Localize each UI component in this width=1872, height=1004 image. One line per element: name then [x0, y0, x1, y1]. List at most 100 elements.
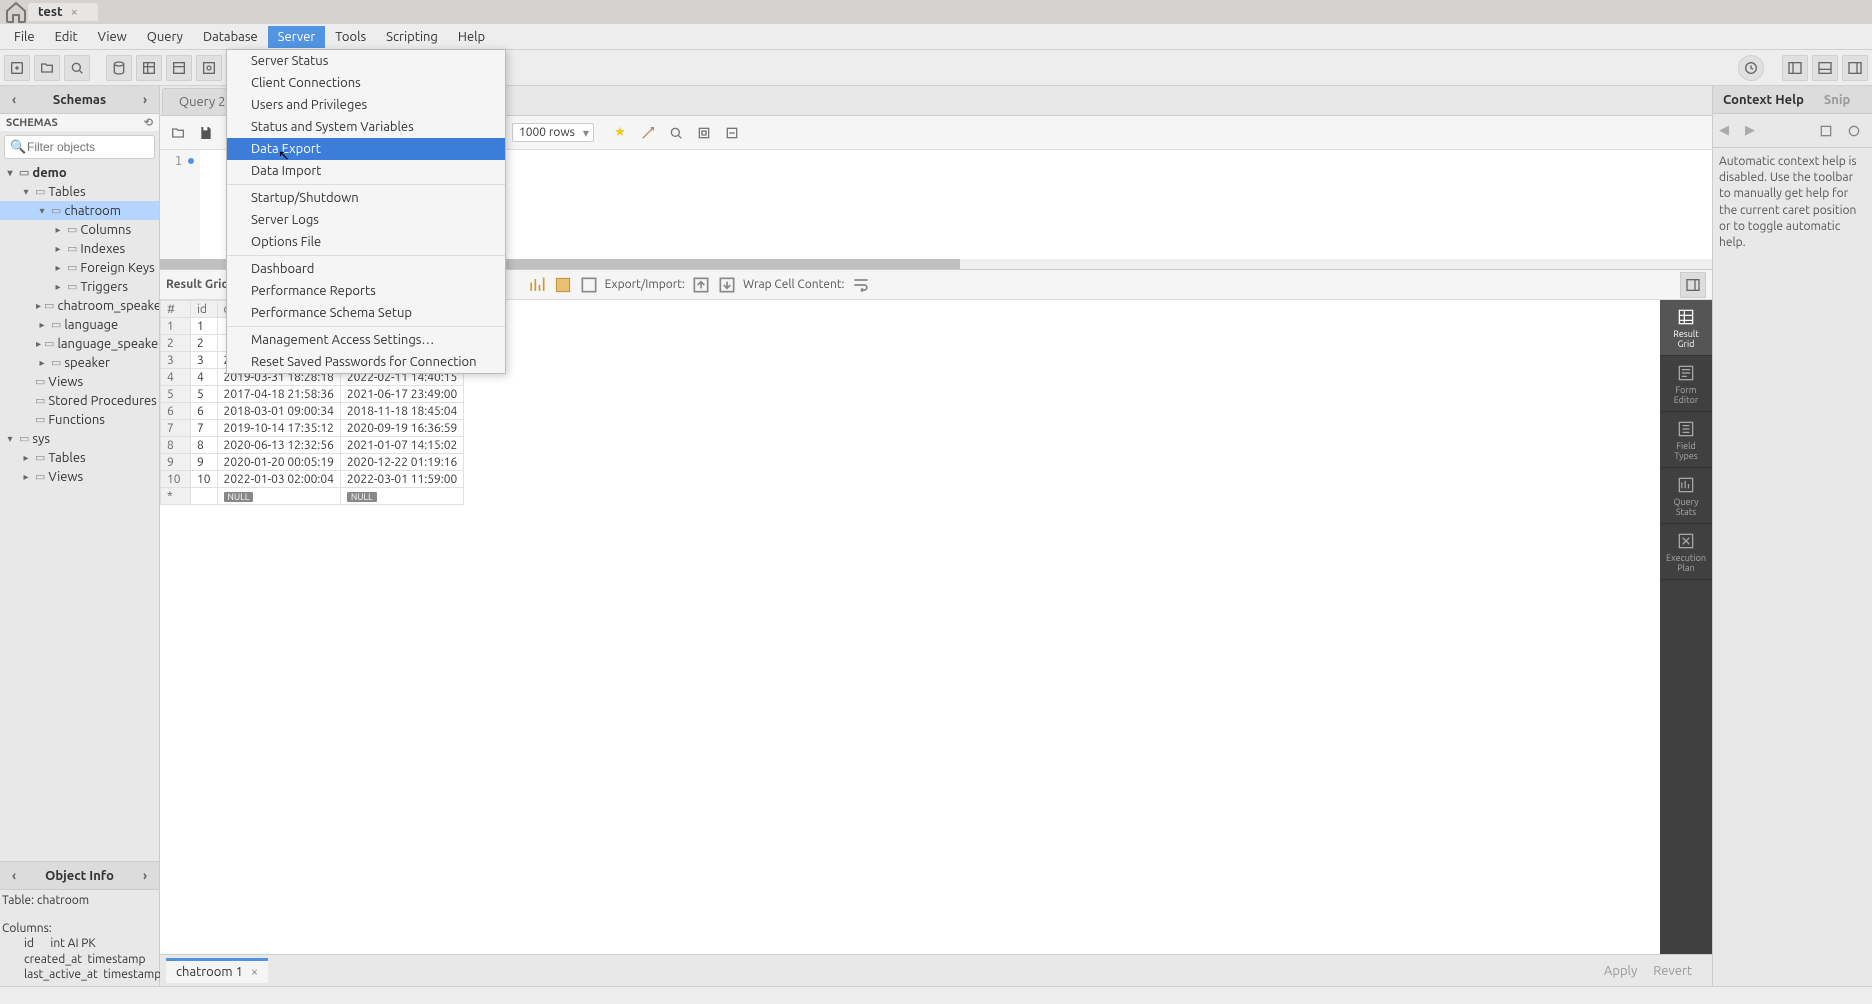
- cell[interactable]: 10: [161, 471, 191, 488]
- side-result-grid[interactable]: ResultGrid: [1660, 300, 1712, 356]
- menu-tools[interactable]: Tools: [325, 26, 376, 48]
- tree-item-sys[interactable]: ▾▭sys: [0, 429, 159, 448]
- expand-icon[interactable]: ▸: [52, 243, 64, 255]
- schema-tree[interactable]: ▾▭demo▾▭Tables▾▭chatroom▸▭Columns▸▭Index…: [0, 163, 159, 861]
- menu-item-data-export[interactable]: Data Export: [227, 138, 505, 160]
- expand-icon[interactable]: ▾: [4, 433, 16, 445]
- toggle-panel-icon[interactable]: [1680, 272, 1706, 298]
- table-row[interactable]: 10102022-01-03 02:00:042022-03-01 11:59:…: [161, 471, 464, 488]
- tree-item-columns[interactable]: ▸▭Columns: [0, 220, 159, 239]
- menu-help[interactable]: Help: [448, 26, 495, 48]
- cell[interactable]: 2: [161, 335, 191, 352]
- tree-item-demo[interactable]: ▾▭demo: [0, 163, 159, 182]
- tree-item-functions[interactable]: ▭Functions: [0, 410, 159, 429]
- panel-left-icon[interactable]: [1782, 55, 1808, 81]
- chevron-right-icon[interactable]: ›: [135, 869, 155, 883]
- expand-icon[interactable]: ▸: [36, 319, 48, 331]
- menu-item-dashboard[interactable]: Dashboard: [227, 258, 505, 280]
- menu-query[interactable]: Query: [137, 26, 193, 48]
- export-icon[interactable]: [691, 275, 711, 295]
- cell[interactable]: 5: [191, 386, 218, 403]
- cell[interactable]: 4: [161, 369, 191, 386]
- side-form-editor[interactable]: FormEditor: [1660, 356, 1712, 412]
- cell[interactable]: 5: [161, 386, 191, 403]
- column-header[interactable]: id: [191, 301, 218, 318]
- cell[interactable]: 2021-06-17 23:49:00: [340, 386, 463, 403]
- chart-icon[interactable]: [527, 275, 547, 295]
- cell[interactable]: 3: [161, 352, 191, 369]
- tree-item-language[interactable]: ▸▭language: [0, 315, 159, 334]
- expand-icon[interactable]: ▸: [52, 262, 64, 274]
- menu-item-users-and-privileges[interactable]: Users and Privileges: [227, 94, 505, 116]
- cell[interactable]: 2018-11-18 18:45:04: [340, 403, 463, 420]
- form-icon[interactable]: [553, 275, 573, 295]
- tree-item-stored-procedures[interactable]: ▭Stored Procedures: [0, 391, 159, 410]
- invisible-chars-icon[interactable]: [692, 122, 716, 144]
- cell[interactable]: 2020-06-13 12:32:56: [217, 437, 340, 454]
- cell[interactable]: 2020-09-19 16:36:59: [340, 420, 463, 437]
- cell[interactable]: 2017-04-18 21:58:36: [217, 386, 340, 403]
- server-menu-dropdown[interactable]: Server StatusClient ConnectionsUsers and…: [226, 49, 506, 374]
- beautify-icon[interactable]: [636, 122, 660, 144]
- home-icon[interactable]: [4, 0, 28, 24]
- expand-icon[interactable]: ▸: [52, 224, 64, 236]
- cell[interactable]: 2022-03-01 11:59:00: [340, 471, 463, 488]
- menu-item-status-and-system-variables[interactable]: Status and System Variables: [227, 116, 505, 138]
- find-icon[interactable]: [664, 122, 688, 144]
- menu-item-options-file[interactable]: Options File: [227, 231, 505, 253]
- snippets-tab[interactable]: Snip: [1824, 93, 1850, 107]
- expand-icon[interactable]: ▸: [36, 300, 41, 312]
- menu-scripting[interactable]: Scripting: [376, 26, 448, 48]
- new-table-icon[interactable]: [136, 55, 162, 81]
- cell[interactable]: NULL: [340, 488, 463, 505]
- expand-icon[interactable]: ▸: [36, 357, 48, 369]
- manual-help-icon[interactable]: [1842, 120, 1866, 142]
- apply-button[interactable]: Apply: [1604, 964, 1637, 978]
- menu-item-performance-schema-setup[interactable]: Performance Schema Setup: [227, 302, 505, 324]
- cell[interactable]: 8: [161, 437, 191, 454]
- tree-item-language-speaker[interactable]: ▸▭language_speaker: [0, 334, 159, 353]
- chevron-right-icon[interactable]: ›: [135, 93, 155, 107]
- panel-right-icon[interactable]: [1842, 55, 1868, 81]
- cell[interactable]: 3: [191, 352, 218, 369]
- expand-icon[interactable]: ▾: [36, 205, 48, 217]
- refresh-icon[interactable]: ⟲: [144, 116, 153, 129]
- wrap-icon[interactable]: [720, 122, 744, 144]
- table-row[interactable]: 772019-10-14 17:35:122020-09-19 16:36:59: [161, 420, 464, 437]
- table-row[interactable]: *NULLNULL: [161, 488, 464, 505]
- menu-item-performance-reports[interactable]: Performance Reports: [227, 280, 505, 302]
- menu-server[interactable]: Server: [268, 26, 326, 48]
- menu-item-client-connections[interactable]: Client Connections: [227, 72, 505, 94]
- table-row[interactable]: 882020-06-13 12:32:562021-01-07 14:15:02: [161, 437, 464, 454]
- cell[interactable]: 2022-01-03 02:00:04: [217, 471, 340, 488]
- menu-item-server-logs[interactable]: Server Logs: [227, 209, 505, 231]
- cell[interactable]: 6: [161, 403, 191, 420]
- menu-item-data-import[interactable]: Data Import: [227, 160, 505, 182]
- menu-view[interactable]: View: [88, 26, 137, 48]
- back-icon[interactable]: ◀: [1719, 123, 1729, 138]
- chevron-left-icon[interactable]: ‹: [4, 869, 24, 883]
- limit-rows-select[interactable]: 1000 rows ▾: [512, 123, 594, 142]
- reconnect-icon[interactable]: [1738, 55, 1764, 81]
- panel-bottom-icon[interactable]: [1812, 55, 1838, 81]
- table-row[interactable]: 992020-01-20 00:05:192020-12-22 01:19:16: [161, 454, 464, 471]
- close-icon[interactable]: ×: [71, 5, 78, 19]
- side-field-types[interactable]: FieldTypes: [1660, 412, 1712, 468]
- expand-icon[interactable]: ▸: [52, 281, 64, 293]
- expand-icon[interactable]: ▸: [36, 338, 41, 350]
- expand-icon[interactable]: ▸: [20, 452, 32, 464]
- cell[interactable]: 8: [191, 437, 218, 454]
- cell[interactable]: NULL: [217, 488, 340, 505]
- inspector-icon[interactable]: [64, 55, 90, 81]
- open-sql-icon[interactable]: [34, 55, 60, 81]
- field-types-icon[interactable]: [579, 275, 599, 295]
- cell[interactable]: 2018-03-01 09:00:34: [217, 403, 340, 420]
- side-execution-plan[interactable]: ExecutionPlan: [1660, 524, 1712, 580]
- cell[interactable]: 10: [191, 471, 218, 488]
- result-grid[interactable]: #idcreated_atlast_active_at1122332020-02…: [160, 300, 1660, 954]
- menu-item-reset-saved-passwords-for-connection[interactable]: Reset Saved Passwords for Connection: [227, 351, 505, 373]
- tree-item-tables[interactable]: ▾▭Tables: [0, 182, 159, 201]
- tree-item-chatroom[interactable]: ▾▭chatroom: [0, 201, 159, 220]
- cell[interactable]: 4: [191, 369, 218, 386]
- tree-item-speaker[interactable]: ▸▭speaker: [0, 353, 159, 372]
